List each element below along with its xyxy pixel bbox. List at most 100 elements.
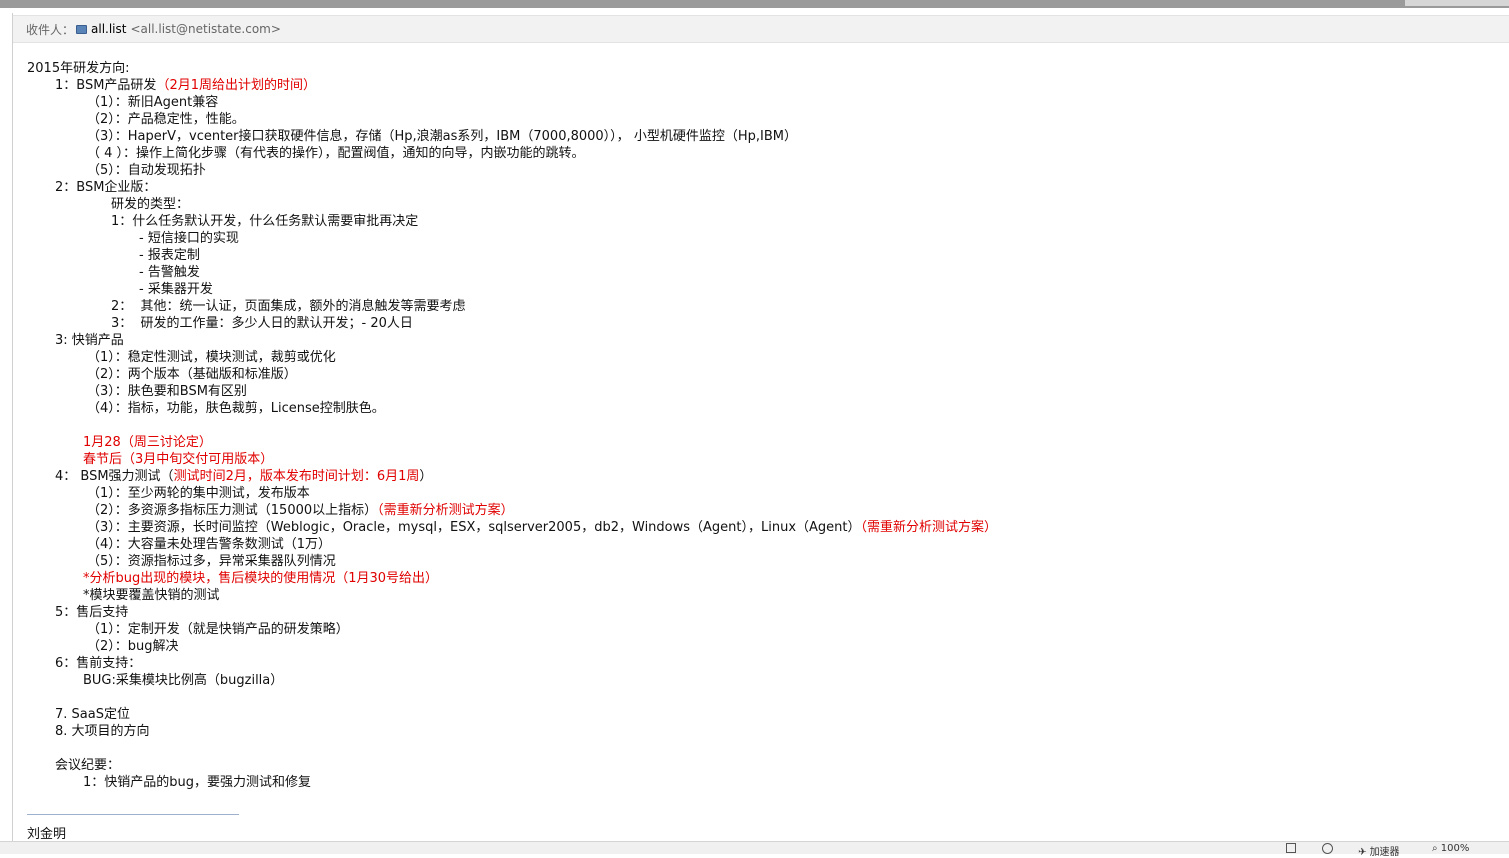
line-text: （5）：资源指标过多，异常采集器队列情况 bbox=[87, 554, 336, 569]
email-line: （1）：定制开发（就是快销产品的研发策略） bbox=[27, 621, 1497, 638]
email-line: 8. 大项目的方向 bbox=[27, 723, 1497, 740]
zoom-level: 100% bbox=[1440, 843, 1470, 854]
email-line: （3）：主要资源，长时间监控（Weblogic，Oracle，mysql，ESX… bbox=[27, 519, 1497, 536]
line-text: - 报表定制 bbox=[139, 248, 200, 263]
line-text: （3）：HaperV，vcenter接口获取硬件信息，存储（Hp,浪潮as系列，… bbox=[87, 129, 797, 144]
email-line: 会议纪要： bbox=[27, 757, 1497, 774]
email-line: - 短信接口的实现 bbox=[27, 230, 1497, 247]
line-text: （1）：定制开发（就是快销产品的研发策略） bbox=[87, 622, 349, 637]
line-text: 研发的类型： bbox=[111, 197, 190, 212]
line-text: （3）：主要资源，长时间监控（Weblogic，Oracle，mysql，ESX… bbox=[87, 520, 861, 535]
accelerator-button[interactable]: ✈ 加速器 bbox=[1358, 843, 1400, 858]
email-line: 5：售后支持 bbox=[27, 604, 1497, 621]
email-line: 2： 其他：统一认证，页面集成，额外的消息触发等需要考虑 bbox=[27, 298, 1497, 315]
line-text: 8. 大项目的方向 bbox=[55, 724, 150, 739]
email-line: （ 4 ）：操作上简化步骤（有代表的操作），配置阀值，通知的向导，内嵌功能的跳转… bbox=[27, 145, 1497, 162]
email-line: （1）：新旧Agent兼容 bbox=[27, 94, 1497, 111]
line-text: 会议纪要： bbox=[55, 758, 121, 773]
line-text: - 采集器开发 bbox=[139, 282, 213, 297]
email-line: （2）：产品稳定性，性能。 bbox=[27, 111, 1497, 128]
email-line: 3： 研发的工作量：多少人日的默认开发；- 20人日 bbox=[27, 315, 1497, 332]
line-text: 2：BSM企业版： bbox=[55, 180, 157, 195]
window-top-bar bbox=[0, 0, 1509, 8]
line-text: 2： 其他：统一认证，页面集成，额外的消息触发等需要考虑 bbox=[111, 299, 466, 314]
line-text: （1）：稳定性测试，模块测试，裁剪或优化 bbox=[87, 350, 336, 365]
line-text: 5：售后支持 bbox=[55, 605, 129, 620]
status-bar: ✈ 加速器 ⌕ 100% bbox=[0, 841, 1509, 858]
line-text: 4： BSM强力测试（ bbox=[55, 469, 174, 484]
highlight-text: 测试时间2月，版本发布时间计划：6月1周 bbox=[173, 469, 420, 484]
line-text: 3： 研发的工作量：多少人日的默认开发；- 20人日 bbox=[111, 316, 413, 331]
contact-icon bbox=[76, 24, 88, 34]
line-text: （2）：两个版本（基础版和标准版） bbox=[87, 367, 297, 382]
email-line: 1：什么任务默认开发，什么任务默认需要审批再决定 bbox=[27, 213, 1497, 230]
line-text: 1：什么任务默认开发，什么任务默认需要审批再决定 bbox=[111, 214, 419, 229]
line-text: 2015年研发方向: bbox=[27, 61, 130, 76]
line-text: （1）：新旧Agent兼容 bbox=[87, 95, 219, 110]
email-line: （2）：多资源多指标压力测试（15000以上指标）（需重新分析测试方案） bbox=[27, 502, 1497, 519]
email-line: （5）：资源指标过多，异常采集器队列情况 bbox=[27, 553, 1497, 570]
email-line: BUG:采集模块比例高（bugzilla） bbox=[27, 672, 1497, 689]
email-line: 2：BSM企业版： bbox=[27, 179, 1497, 196]
email-line: （4）：指标，功能，肤色裁剪，License控制肤色。 bbox=[27, 400, 1497, 417]
line-text: - 短信接口的实现 bbox=[139, 231, 239, 246]
email-line: - 告警触发 bbox=[27, 264, 1497, 281]
highlight-text: *分析bug出现的模块，售后模块的使用情况（1月30号给出） bbox=[83, 571, 439, 586]
email-line: 7. SaaS定位 bbox=[27, 706, 1497, 723]
line-text: 3: 快销产品 bbox=[55, 333, 124, 348]
email-line: 6：售前支持： bbox=[27, 655, 1497, 672]
email-line: （3）：肤色要和BSM有区别 bbox=[27, 383, 1497, 400]
email-line: （1）：至少两轮的集中测试，发布版本 bbox=[27, 485, 1497, 502]
email-line: （2）：bug解决 bbox=[27, 638, 1497, 655]
line-text: 1：BSM产品研发 bbox=[55, 78, 157, 93]
highlight-text: （需重新分析测试方案） bbox=[860, 520, 998, 535]
email-line: - 采集器开发 bbox=[27, 281, 1497, 298]
highlight-text: 春节后（3月中旬交付可用版本） bbox=[83, 452, 274, 467]
page-icon[interactable] bbox=[1286, 843, 1296, 854]
line-text: （ 4 ）：操作上简化步骤（有代表的操作），配置阀值，通知的向导，内嵌功能的跳转… bbox=[87, 146, 585, 161]
email-line: 1：BSM产品研发（2月1周给出计划的时间） bbox=[27, 77, 1497, 94]
email-line: （2）：两个版本（基础版和标准版） bbox=[27, 366, 1497, 383]
email-line: （1）：稳定性测试，模块测试，裁剪或优化 bbox=[27, 349, 1497, 366]
email-body: 2015年研发方向: 1：BSM产品研发（2月1周给出计划的时间） （1）：新旧Ag… bbox=[27, 60, 1497, 791]
email-line bbox=[27, 689, 1497, 706]
email-line: 研发的类型： bbox=[27, 196, 1497, 213]
signature-divider bbox=[27, 814, 239, 815]
line-text: 1：快销产品的bug，要强力测试和修复 bbox=[83, 775, 312, 790]
highlight-text: （2月1周给出计划的时间） bbox=[156, 78, 316, 93]
line-text: （4）：大容量未处理告警条数测试（1万） bbox=[87, 537, 332, 552]
line-text: BUG:采集模块比例高（bugzilla） bbox=[83, 673, 284, 688]
email-line: 3: 快销产品 bbox=[27, 332, 1497, 349]
line-text: 6：售前支持： bbox=[55, 656, 142, 671]
recipient-label: 收件人： bbox=[26, 22, 75, 37]
email-line: 2015年研发方向: bbox=[27, 60, 1497, 77]
line-text: （2）：bug解决 bbox=[87, 639, 179, 654]
email-line: - 报表定制 bbox=[27, 247, 1497, 264]
line-text: （2）：产品稳定性，性能。 bbox=[87, 112, 245, 127]
line-text: （5）：自动发现拓扑 bbox=[87, 163, 206, 178]
line-text: *模块要覆盖快销的测试 bbox=[83, 588, 220, 603]
email-line bbox=[27, 417, 1497, 434]
email-line: （4）：大容量未处理告警条数测试（1万） bbox=[27, 536, 1497, 553]
zoom-control[interactable]: ⌕ 100% bbox=[1432, 843, 1469, 854]
email-line: 1月28（周三讨论定） bbox=[27, 434, 1497, 451]
highlight-text: （需重新分析测试方案） bbox=[377, 503, 514, 518]
recipient-bar: 收件人： all.list <all.list@netistate.com> bbox=[13, 15, 1509, 43]
line-text: （2）：多资源多指标压力测试（15000以上指标） bbox=[87, 503, 378, 518]
email-line: （5）：自动发现拓扑 bbox=[27, 162, 1497, 179]
highlight-text: 1月28（周三讨论定） bbox=[83, 435, 212, 450]
line-text: （4）：指标，功能，肤色裁剪，License控制肤色。 bbox=[87, 401, 385, 416]
line-text: （1）：至少两轮的集中测试，发布版本 bbox=[87, 486, 310, 501]
signature: 刘金明 bbox=[27, 827, 67, 842]
email-line: 1：快销产品的bug，要强力测试和修复 bbox=[27, 774, 1497, 791]
email-line: *分析bug出现的模块，售后模块的使用情况（1月30号给出） bbox=[27, 570, 1497, 587]
email-line bbox=[27, 740, 1497, 757]
top-bar-segment bbox=[1405, 0, 1509, 6]
line-tail: ） bbox=[419, 469, 433, 484]
email-line: （3）：HaperV，vcenter接口获取硬件信息，存储（Hp,浪潮as系列，… bbox=[27, 128, 1497, 145]
email-line: *模块要覆盖快销的测试 bbox=[27, 587, 1497, 604]
recipient-address: <all.list@netistate.com> bbox=[130, 22, 281, 36]
line-text: （3）：肤色要和BSM有区别 bbox=[87, 384, 247, 399]
recipient-name[interactable]: all.list bbox=[91, 22, 126, 36]
line-text: - 告警触发 bbox=[139, 265, 200, 280]
